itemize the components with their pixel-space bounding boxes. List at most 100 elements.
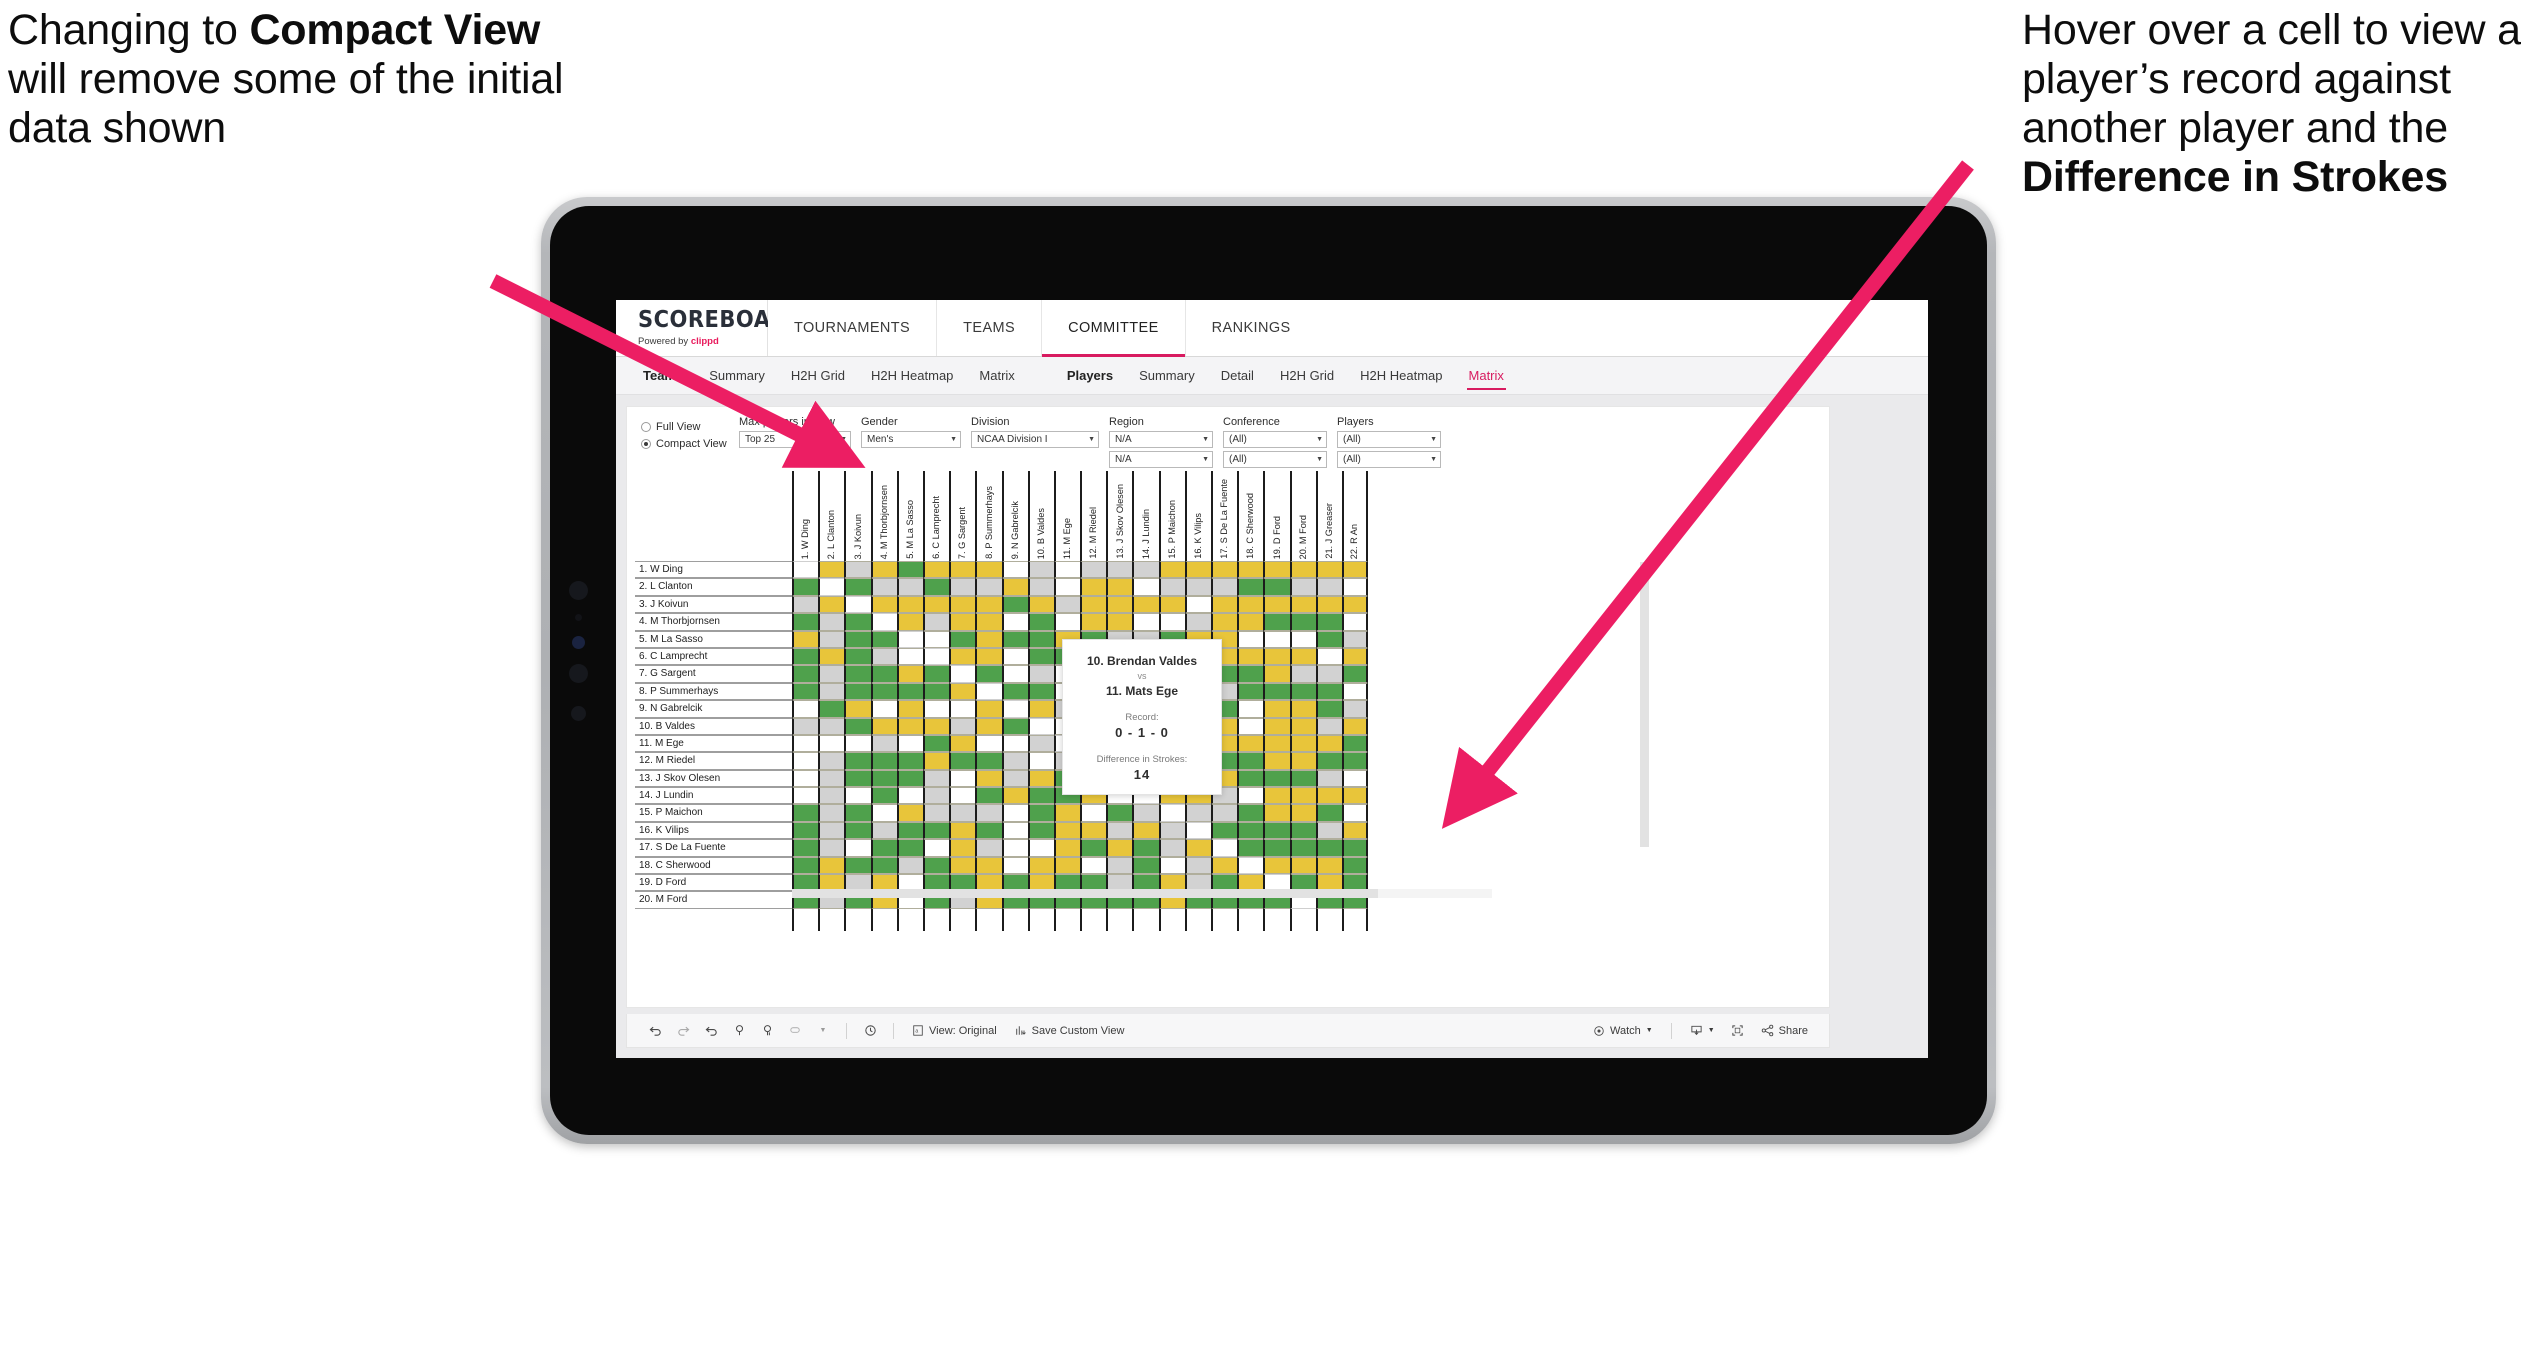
matrix-column-header[interactable]: 12. M Riedel bbox=[1080, 471, 1106, 561]
matrix-cell[interactable] bbox=[1237, 769, 1264, 788]
matrix-cell[interactable] bbox=[1184, 856, 1211, 875]
matrix-cell[interactable] bbox=[896, 561, 923, 579]
undo-icon[interactable] bbox=[641, 1017, 669, 1045]
subnav-teams-summary[interactable]: Summary bbox=[696, 357, 778, 395]
matrix-cell[interactable] bbox=[1027, 856, 1054, 875]
matrix-cell[interactable] bbox=[818, 821, 845, 840]
matrix-cell[interactable] bbox=[1341, 787, 1369, 805]
save-custom-view-button[interactable]: Save Custom View bbox=[1006, 1019, 1134, 1043]
matrix-cell[interactable] bbox=[1132, 578, 1159, 596]
matrix-cell[interactable] bbox=[1315, 682, 1342, 701]
matrix-cell[interactable] bbox=[922, 665, 950, 683]
matrix-cell[interactable] bbox=[896, 787, 923, 805]
matrix-cell[interactable] bbox=[1263, 578, 1290, 596]
matrix-cell[interactable] bbox=[1132, 804, 1159, 822]
matrix-cell[interactable] bbox=[1001, 595, 1028, 614]
matrix-cell[interactable] bbox=[1237, 717, 1264, 735]
matrix-cell[interactable] bbox=[818, 752, 845, 770]
matrix-cell[interactable] bbox=[949, 856, 976, 875]
matrix-cell[interactable] bbox=[870, 804, 897, 822]
matrix-cell[interactable] bbox=[975, 734, 1002, 753]
matrix-row-label[interactable]: 9. N Gabrelcik bbox=[635, 700, 792, 718]
matrix-cell[interactable] bbox=[1132, 839, 1159, 857]
matrix-cell[interactable] bbox=[949, 595, 976, 614]
matrix-cell[interactable] bbox=[1315, 717, 1342, 735]
matrix-cell[interactable] bbox=[1001, 682, 1028, 701]
matrix-cell[interactable] bbox=[1315, 647, 1342, 666]
matrix-cell[interactable] bbox=[792, 613, 819, 631]
matrix-cell[interactable] bbox=[1053, 804, 1081, 822]
matrix-cell[interactable] bbox=[1080, 856, 1107, 875]
matrix-cell[interactable] bbox=[1027, 700, 1054, 718]
topnav-item-committee[interactable]: COMMITTEE bbox=[1042, 300, 1186, 357]
matrix-cell[interactable] bbox=[1315, 700, 1342, 718]
matrix-cell[interactable] bbox=[949, 647, 976, 666]
matrix-cell[interactable] bbox=[1237, 682, 1264, 701]
matrix-cell[interactable] bbox=[792, 682, 819, 701]
share-button[interactable]: Share bbox=[1752, 1019, 1817, 1043]
matrix-cell[interactable] bbox=[870, 613, 897, 631]
watch-button[interactable]: Watch ▼ bbox=[1584, 1019, 1662, 1043]
matrix-cell[interactable] bbox=[870, 717, 897, 735]
matrix-cell[interactable] bbox=[975, 595, 1002, 614]
matrix-cell[interactable] bbox=[922, 856, 950, 875]
matrix-cell[interactable] bbox=[818, 734, 845, 753]
conference-select-primary[interactable]: (All) ▼ bbox=[1223, 431, 1327, 448]
matrix-cell[interactable] bbox=[975, 700, 1002, 718]
matrix-row-label[interactable]: 6. C Lamprecht bbox=[635, 647, 792, 666]
matrix-cell[interactable] bbox=[1001, 647, 1028, 666]
matrix-cell[interactable] bbox=[1211, 821, 1238, 840]
matrix-cell[interactable] bbox=[818, 561, 845, 579]
highlight-icon[interactable] bbox=[781, 1017, 809, 1045]
matrix-cell[interactable] bbox=[922, 787, 950, 805]
subnav-teams-h2h-grid[interactable]: H2H Grid bbox=[778, 357, 858, 395]
view-original-button[interactable]: a View: Original bbox=[903, 1019, 1006, 1043]
matrix-cell[interactable] bbox=[1053, 613, 1081, 631]
matrix-cell[interactable] bbox=[1106, 613, 1133, 631]
matrix-cell[interactable] bbox=[1027, 647, 1054, 666]
matrix-cell[interactable] bbox=[1158, 561, 1185, 579]
matrix-cell[interactable] bbox=[1237, 665, 1264, 683]
matrix-cell[interactable] bbox=[1053, 821, 1081, 840]
matrix-cell[interactable] bbox=[844, 787, 871, 805]
matrix-cell[interactable] bbox=[844, 717, 871, 735]
matrix-cell[interactable] bbox=[1289, 734, 1316, 753]
matrix-cell[interactable] bbox=[896, 734, 923, 753]
matrix-cell[interactable] bbox=[1289, 769, 1316, 788]
matrix-cell[interactable] bbox=[1158, 578, 1185, 596]
topnav-item-rankings[interactable]: RANKINGS bbox=[1185, 300, 1317, 356]
matrix-cell[interactable] bbox=[949, 717, 976, 735]
matrix-column-header[interactable]: 1. W Ding bbox=[792, 471, 818, 561]
matrix-cell[interactable] bbox=[1341, 647, 1369, 666]
matrix-cell[interactable] bbox=[1027, 613, 1054, 631]
matrix-cell[interactable] bbox=[1027, 804, 1054, 822]
matrix-cell[interactable] bbox=[1263, 665, 1290, 683]
matrix-cell[interactable] bbox=[1132, 821, 1159, 840]
matrix-cell[interactable] bbox=[922, 804, 950, 822]
matrix-cell[interactable] bbox=[1263, 769, 1290, 788]
matrix-cell[interactable] bbox=[818, 682, 845, 701]
matrix-cell[interactable] bbox=[1289, 630, 1316, 648]
matrix-cell[interactable] bbox=[870, 630, 897, 648]
matrix-cell[interactable] bbox=[870, 821, 897, 840]
matrix-cell[interactable] bbox=[818, 717, 845, 735]
matrix-cell[interactable] bbox=[1341, 700, 1369, 718]
matrix-cell[interactable] bbox=[818, 613, 845, 631]
matrix-cell[interactable] bbox=[1237, 578, 1264, 596]
matrix-cell[interactable] bbox=[975, 578, 1002, 596]
matrix-cell[interactable] bbox=[975, 752, 1002, 770]
matrix-cell[interactable] bbox=[1341, 578, 1369, 596]
matrix-cell[interactable] bbox=[1211, 561, 1238, 579]
matrix-cell[interactable] bbox=[792, 821, 819, 840]
matrix-cell[interactable] bbox=[1263, 787, 1290, 805]
matrix-column-header[interactable]: 18. C Sherwood bbox=[1237, 471, 1263, 561]
clock-icon[interactable] bbox=[856, 1017, 884, 1045]
matrix-row-label[interactable]: 13. J Skov Olesen bbox=[635, 769, 792, 788]
matrix-cell[interactable] bbox=[922, 752, 950, 770]
matrix-cell[interactable] bbox=[1053, 856, 1081, 875]
matrix-cell[interactable] bbox=[949, 561, 976, 579]
matrix-cell[interactable] bbox=[844, 804, 871, 822]
matrix-cell[interactable] bbox=[1211, 613, 1238, 631]
matrix-cell[interactable] bbox=[1001, 839, 1028, 857]
matrix-cell[interactable] bbox=[844, 613, 871, 631]
